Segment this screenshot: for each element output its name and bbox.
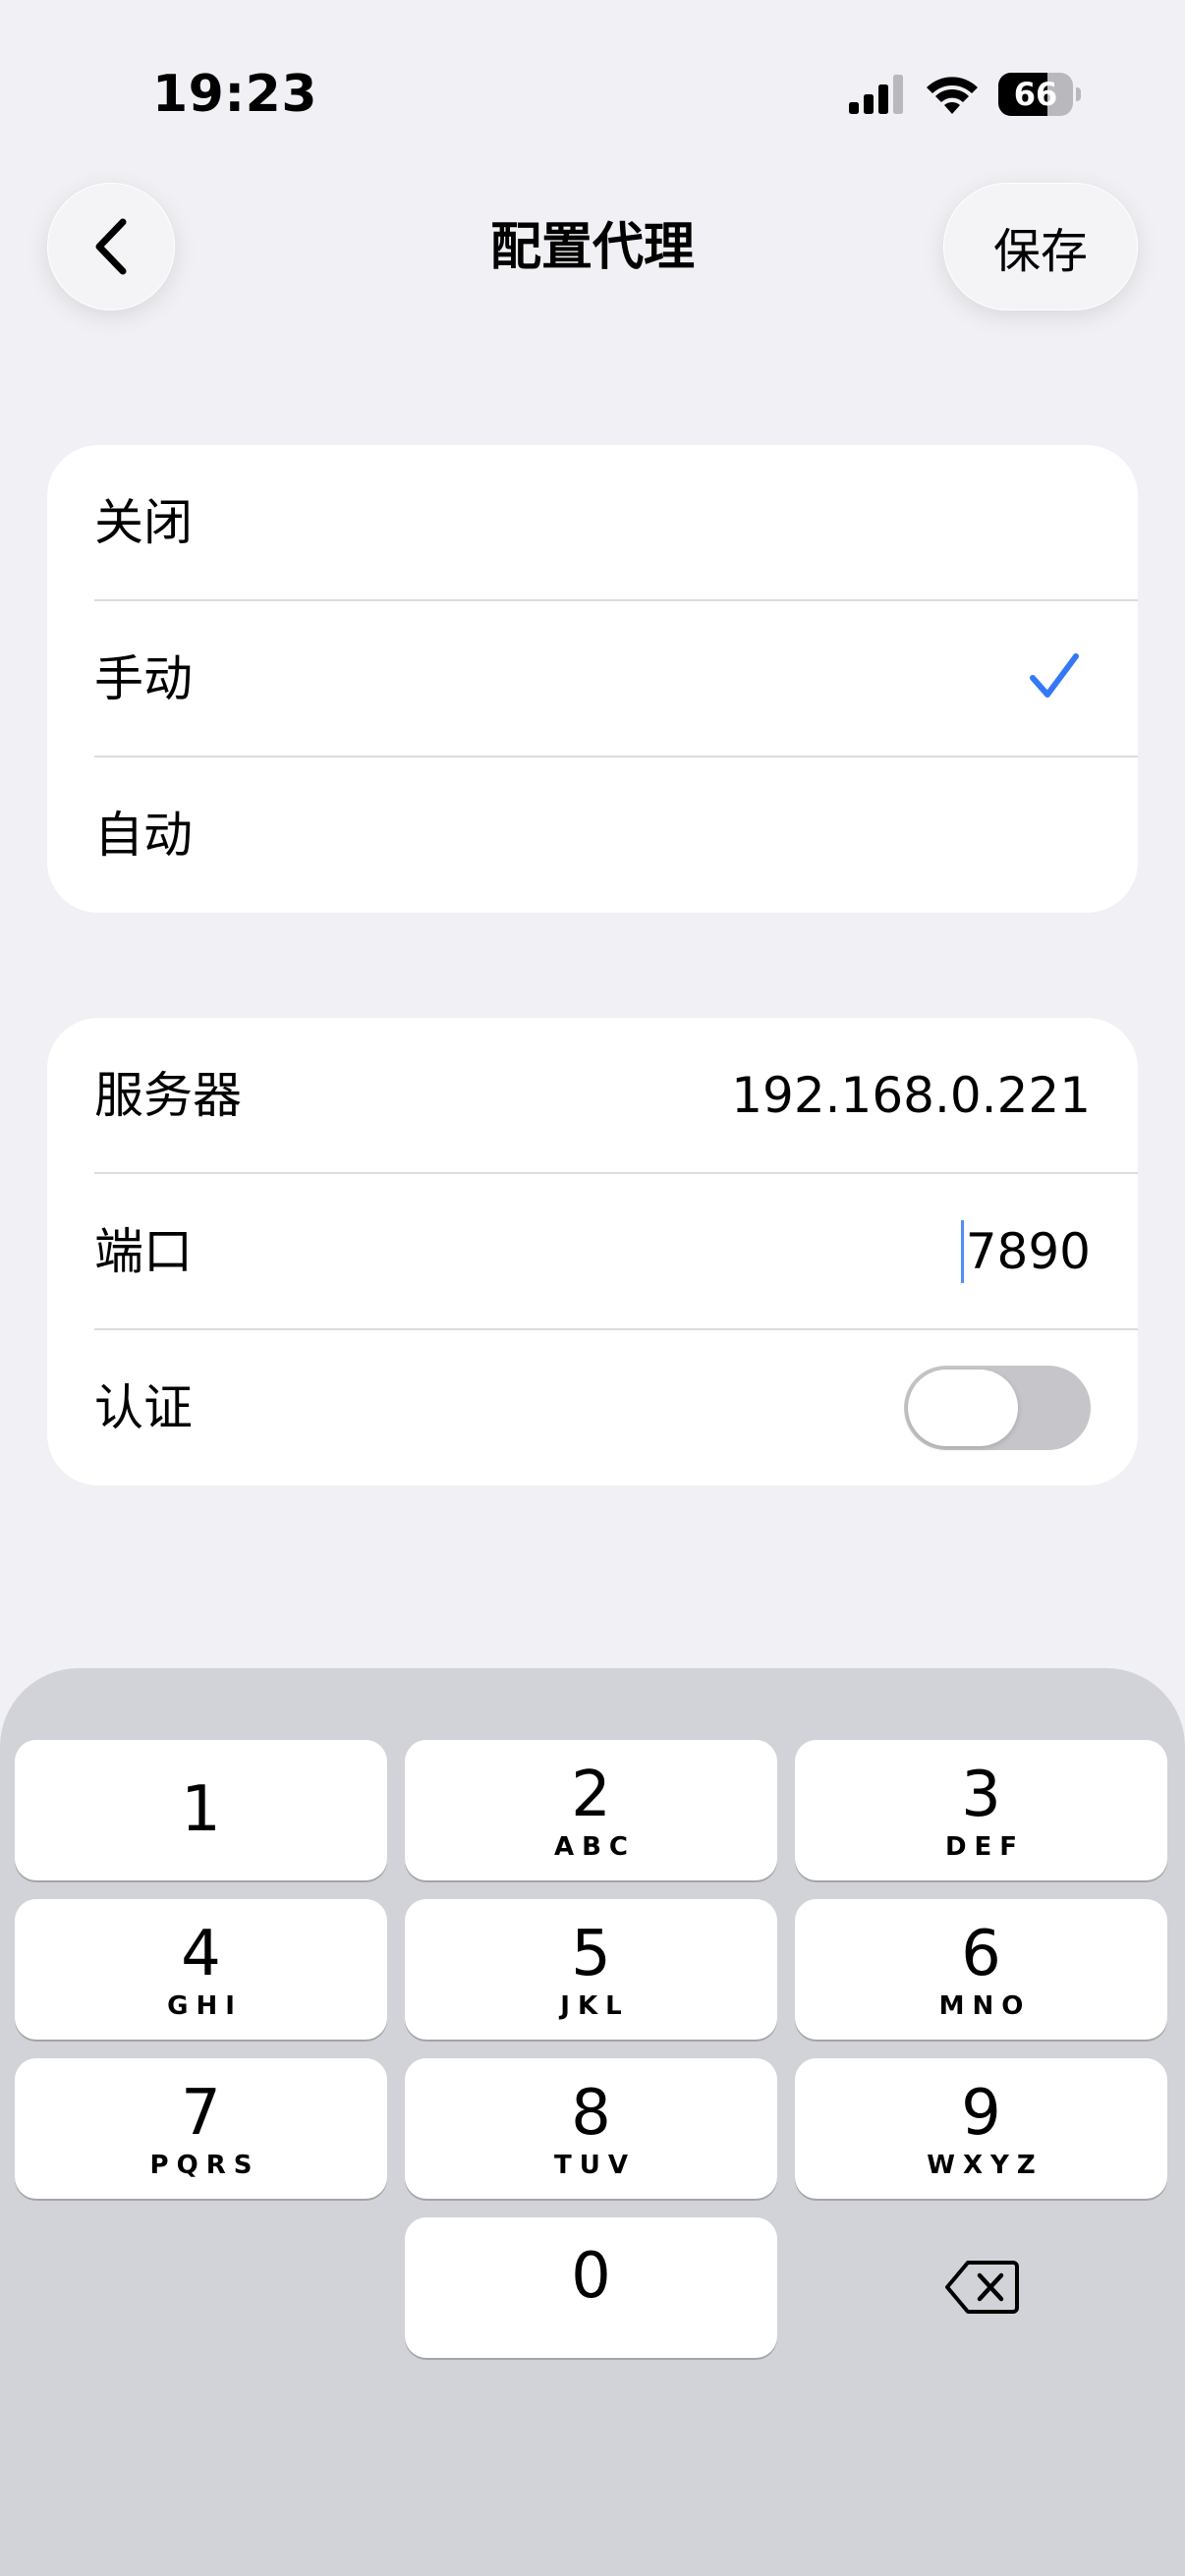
text-cursor	[960, 1219, 964, 1283]
option-label: 关闭	[94, 494, 193, 551]
key-3[interactable]: 3 DEF	[795, 1740, 1167, 1880]
option-label: 手动	[94, 650, 193, 707]
proxy-settings-group: 服务器 192.168.0.221 端口 7890 认证	[47, 1018, 1138, 1485]
key-1[interactable]: 1	[15, 1740, 387, 1880]
auth-row: 认证	[47, 1330, 1138, 1485]
port-field[interactable]: 7890	[960, 1174, 1091, 1329]
key-letters: JKL	[560, 1991, 630, 2021]
key-8[interactable]: 8 TUV	[405, 2058, 777, 2199]
key-5[interactable]: 5 JKL	[405, 1899, 777, 2040]
option-label: 自动	[94, 807, 193, 864]
save-button[interactable]: 保存	[943, 183, 1138, 310]
proxy-mode-option-manual[interactable]: 手动	[47, 601, 1138, 756]
proxy-mode-option-auto[interactable]: 自动	[47, 757, 1138, 913]
battery-level: 66	[1013, 76, 1058, 113]
key-letters: MNO	[938, 1991, 1032, 2021]
auth-label: 认证	[94, 1379, 193, 1436]
auth-toggle[interactable]	[904, 1366, 1091, 1450]
server-field[interactable]: 192.168.0.221	[731, 1018, 1091, 1173]
proxy-mode-group: 关闭 手动 自动	[47, 445, 1138, 913]
key-letters: WXYZ	[927, 2151, 1044, 2180]
key-digit: 7	[181, 2077, 221, 2150]
key-digit: 4	[181, 1918, 221, 1990]
key-letters: TUV	[554, 2151, 636, 2180]
port-row[interactable]: 端口 7890	[47, 1174, 1138, 1329]
key-digit: 1	[181, 1773, 221, 1846]
key-letters: DEF	[944, 1832, 1026, 1862]
toggle-knob	[908, 1370, 1018, 1446]
key-digit: 2	[571, 1759, 611, 1831]
key-6[interactable]: 6 MNO	[795, 1899, 1167, 2040]
wifi-icon	[927, 77, 978, 114]
status-bar: 19:23 66	[0, 0, 1185, 187]
server-label: 服务器	[94, 1067, 242, 1124]
key-4[interactable]: 4 GHI	[15, 1899, 387, 2040]
backspace-key[interactable]	[795, 2216, 1167, 2357]
key-digit: 5	[571, 1918, 611, 1990]
backspace-icon	[944, 2260, 1019, 2314]
key-digit: 0	[571, 2240, 611, 2313]
battery-icon: 66	[998, 73, 1081, 116]
port-value: 7890	[965, 1223, 1091, 1280]
key-digit: 6	[961, 1918, 1001, 1990]
key-letters: GHI	[167, 1991, 243, 2021]
key-digit: 3	[961, 1759, 1001, 1831]
key-digit: 8	[571, 2077, 611, 2150]
proxy-mode-option-off[interactable]: 关闭	[47, 445, 1138, 600]
key-9[interactable]: 9 WXYZ	[795, 2058, 1167, 2199]
status-time: 19:23	[152, 65, 318, 124]
key-2[interactable]: 2 ABC	[405, 1740, 777, 1880]
key-letters: ABC	[553, 1832, 637, 1862]
key-0[interactable]: 0	[405, 2217, 777, 2358]
key-letters: PQRS	[149, 2151, 260, 2180]
numeric-keyboard: 1 2 ABC 3 DEF 4 GHI 5 JKL 6 MNO 7 PQRS 8…	[0, 1668, 1185, 2576]
server-row[interactable]: 服务器 192.168.0.221	[47, 1018, 1138, 1173]
key-digit: 9	[961, 2077, 1001, 2150]
checkmark-icon	[1030, 653, 1079, 698]
key-7[interactable]: 7 PQRS	[15, 2058, 387, 2199]
cellular-signal-icon	[849, 75, 903, 114]
port-label: 端口	[94, 1223, 193, 1280]
